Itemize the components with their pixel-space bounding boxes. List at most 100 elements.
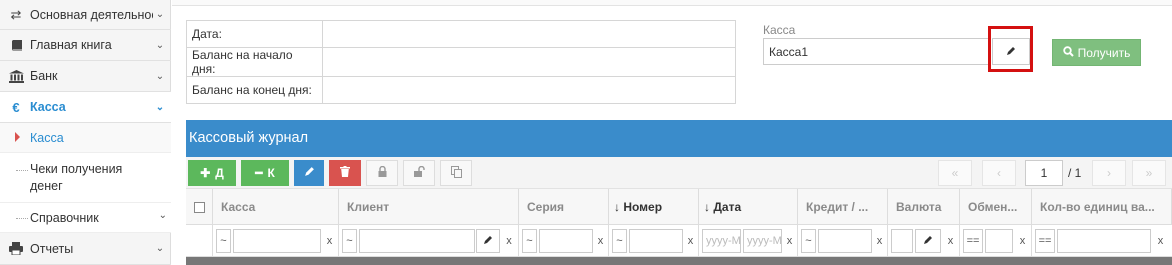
column-header-series[interactable]: Серия (519, 189, 609, 225)
filter-clear-button[interactable]: x (873, 229, 886, 253)
chevron-down-icon: ⌄ (155, 70, 165, 82)
page-total: / 1 (1068, 166, 1082, 180)
unlock-button[interactable] (403, 160, 435, 186)
chevron-down-icon: ⌄ (155, 39, 165, 51)
filter-operator[interactable]: == (1035, 229, 1055, 253)
info-value (322, 76, 736, 104)
column-header-units[interactable]: Кол-во единиц ва... (1032, 189, 1172, 225)
exchange-icon: ⇄ (10, 6, 22, 22)
bank-icon (8, 69, 24, 83)
filter-cell-client: ~ x (339, 225, 519, 257)
sidebar-subitem-kassa[interactable]: Касса (0, 123, 171, 153)
first-page-button[interactable]: « (938, 160, 972, 186)
kassa-input[interactable]: Касса1 (763, 38, 989, 65)
day-info-table: Дата: Баланс на начало дня: Баланс на ко… (186, 20, 736, 104)
page-input[interactable]: 1 (1025, 160, 1063, 186)
filter-clear-button[interactable]: x (502, 229, 516, 253)
column-header-client[interactable]: Клиент (339, 189, 519, 225)
sidebar-item-general-ledger[interactable]: Главная книга ⌄ (0, 30, 171, 61)
chevron-down-icon: ⌄ (155, 243, 165, 254)
filter-date-from[interactable]: yyyy-MM-dd (702, 229, 741, 253)
filter-edit-button[interactable] (915, 229, 941, 253)
filter-input-kassa[interactable] (233, 229, 321, 253)
kassa-field-label: Касса (763, 23, 796, 37)
column-header-label: Серия (527, 200, 565, 214)
filter-row: ~ x ~ x ~ x ~ x yyyy-M yyyy-M x ~ x x ==… (186, 225, 1172, 257)
column-header-label: Валюта (896, 200, 942, 214)
filter-clear-button[interactable]: x (323, 229, 336, 253)
filter-clear-button[interactable]: x (783, 229, 796, 253)
get-button-label: Получить (1077, 45, 1131, 60)
search-icon (1062, 45, 1074, 60)
edit-button[interactable] (294, 160, 324, 186)
column-header-credit[interactable]: Кредит / ... (798, 189, 888, 225)
filter-cell-empty (186, 225, 213, 257)
column-header-number[interactable]: ↓ Номер (609, 189, 699, 225)
sidebar-item-reports[interactable]: Отчеты ⌄ (0, 233, 171, 265)
highlight-box (988, 26, 1033, 72)
sidebar-subitem-label: Касса (30, 131, 64, 145)
filter-input-exchange[interactable] (985, 229, 1013, 253)
sidebar-item-label: Банк (30, 69, 58, 83)
filter-operator[interactable]: ~ (342, 229, 357, 253)
filter-clear-button[interactable]: x (944, 229, 957, 253)
filter-input-credit[interactable] (818, 229, 872, 253)
tree-connector (16, 170, 28, 171)
copy-button[interactable] (440, 160, 472, 186)
filter-cell-date: yyyy-MM-dd yyyy-MM-dd x (699, 225, 798, 257)
get-button[interactable]: Получить (1052, 39, 1141, 66)
filter-operator[interactable]: ~ (612, 229, 627, 253)
next-page-button[interactable]: › (1092, 160, 1126, 186)
filter-input-units[interactable] (1057, 229, 1151, 253)
filter-cell-kassa: ~ x (213, 225, 339, 257)
column-header-label: Номер (623, 200, 663, 214)
filter-operator[interactable]: ~ (801, 229, 816, 253)
lock-button[interactable] (366, 160, 398, 186)
sidebar-item-label: Главная книга (30, 38, 112, 52)
sidebar-subitem-directory[interactable]: Справочник ⌄ (0, 203, 171, 233)
filter-edit-button[interactable] (476, 229, 500, 253)
select-all-checkbox[interactable] (194, 202, 205, 213)
horizontal-scrollbar[interactable] (186, 257, 1172, 265)
filter-clear-button[interactable]: x (684, 229, 697, 253)
copy-icon (450, 165, 462, 181)
book-icon (8, 39, 24, 52)
add-credit-button[interactable]: ━ К (241, 160, 289, 186)
column-header-kassa[interactable]: Касса (213, 189, 339, 225)
app-root: ⇄ Основная деятельность ⌄ Главная книга … (0, 0, 1172, 265)
filter-operator[interactable]: ~ (522, 229, 537, 253)
last-page-button[interactable]: » (1132, 160, 1166, 186)
filter-input-currency[interactable] (891, 229, 913, 253)
add-debit-button[interactable]: ✚ Д (188, 160, 236, 186)
filter-operator[interactable]: ~ (216, 229, 231, 253)
pencil-icon (304, 166, 315, 180)
plus-icon: ✚ (200, 166, 211, 180)
sidebar-item-main-activity[interactable]: ⇄ Основная деятельность ⌄ (0, 0, 171, 30)
filter-input-number[interactable] (629, 229, 683, 253)
journal-title: Кассовый журнал (186, 120, 1172, 157)
prev-page-button[interactable]: ‹ (982, 160, 1016, 186)
delete-button[interactable] (329, 160, 361, 186)
column-header-label: Кол-во единиц ва... (1040, 200, 1155, 214)
filter-input-series[interactable] (539, 229, 593, 253)
filter-clear-button[interactable]: x (1016, 229, 1029, 253)
column-header-exchange[interactable]: Обмен... (960, 189, 1032, 225)
column-header-date[interactable]: ↓ Дата (699, 189, 798, 225)
sidebar-item-bank[interactable]: Банк ⌄ (0, 61, 171, 92)
last-page-icon: » (1145, 166, 1153, 180)
filter-clear-button[interactable]: x (1154, 229, 1167, 253)
column-header-currency[interactable]: Валюта (888, 189, 960, 225)
sidebar-item-kassa[interactable]: € Касса ⌄ (0, 92, 171, 123)
info-row-closing-balance: Баланс на конец дня: (186, 76, 736, 104)
chevron-down-icon: ⌄ (155, 101, 165, 113)
sidebar: ⇄ Основная деятельность ⌄ Главная книга … (0, 0, 171, 265)
sort-down-icon: ↓ (704, 200, 710, 214)
filter-cell-credit: ~ x (798, 225, 888, 257)
grid-header: Касса Клиент Серия ↓ Номер ↓ Дата Кредит… (186, 189, 1172, 225)
filter-input-client[interactable] (359, 229, 475, 253)
filter-clear-button[interactable]: x (594, 229, 607, 253)
filter-date-to[interactable]: yyyy-MM-dd (743, 229, 782, 253)
filter-operator[interactable]: == (963, 229, 983, 253)
sidebar-item-label: Отчеты (30, 241, 74, 256)
sidebar-subitem-receipts[interactable]: Чеки получения денег (0, 153, 171, 203)
